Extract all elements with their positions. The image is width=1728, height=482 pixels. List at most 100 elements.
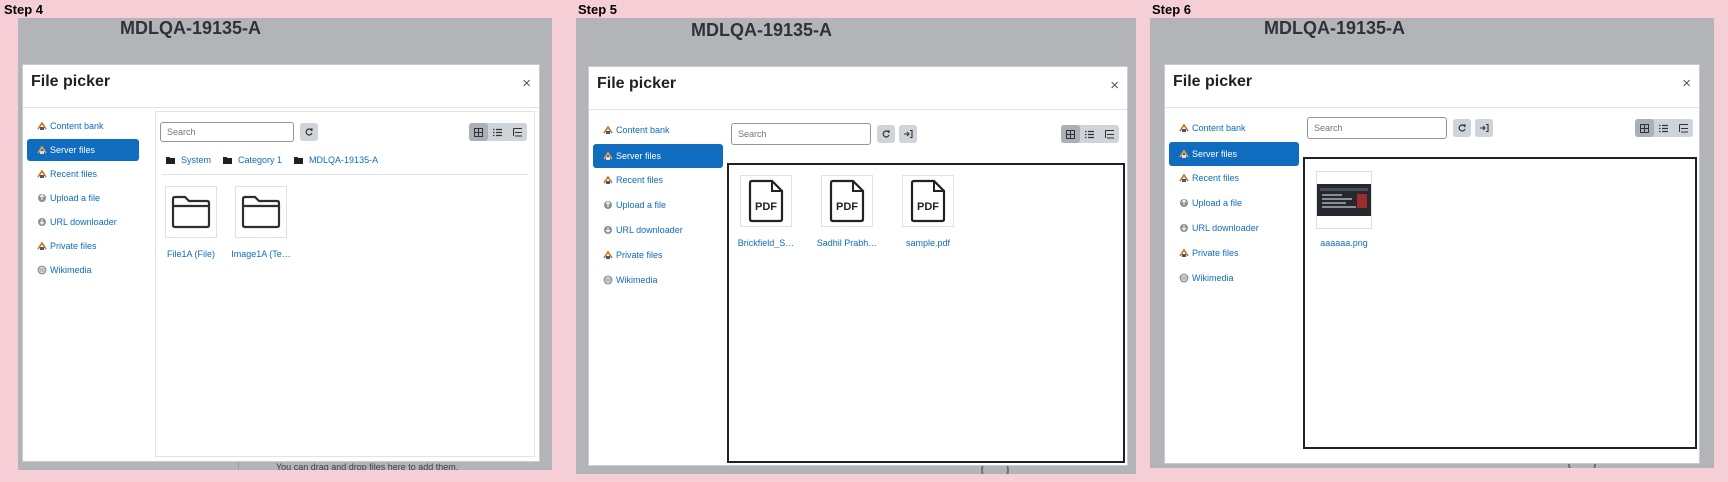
sign-in-icon	[904, 129, 913, 139]
repo-private-files[interactable]: Private files	[1169, 242, 1299, 264]
step-label: Step 5	[578, 2, 618, 17]
repo-url-downloader[interactable]: URL downloader	[593, 219, 723, 241]
list-view-button[interactable]	[1654, 119, 1673, 137]
folder-icon	[166, 157, 175, 164]
repo-label: Wikimedia	[616, 275, 658, 285]
repo-upload-a-file[interactable]: Upload a file	[1169, 192, 1299, 214]
repo-private-files[interactable]: Private files	[593, 244, 723, 266]
file-area: PDF Brickfield_S… PDF Sadhil Prabh… PDF …	[727, 163, 1125, 463]
server-files-icon	[1179, 149, 1189, 159]
list-view-button[interactable]	[1080, 125, 1099, 143]
refresh-icon	[305, 128, 313, 136]
repo-content-bank[interactable]: Content bank	[27, 115, 139, 137]
icon-view-button[interactable]	[469, 123, 489, 141]
repo-wikimedia[interactable]: Wikimedia	[27, 259, 139, 281]
refresh-button[interactable]	[300, 123, 318, 141]
repo-recent-files[interactable]: Recent files	[593, 169, 723, 191]
repo-label: Recent files	[616, 175, 664, 185]
tree-icon	[512, 127, 522, 137]
logout-button[interactable]	[899, 125, 917, 143]
repo-label: Content bank	[50, 121, 104, 131]
repo-upload-a-file[interactable]: Upload a file	[593, 194, 723, 216]
file-tile[interactable]: PDF Brickfield_S…	[733, 175, 799, 248]
repo-private-files[interactable]: Private files	[27, 235, 139, 257]
repo-upload-a-file[interactable]: Upload a file	[27, 187, 139, 209]
dialog-title: File picker	[1173, 73, 1253, 90]
tree-view-button[interactable]	[1100, 125, 1119, 143]
list-icon	[493, 128, 503, 136]
refresh-button[interactable]	[877, 125, 895, 143]
file-tile[interactable]: Image1A (Te…	[228, 186, 294, 259]
icon-view-button[interactable]	[1635, 119, 1655, 137]
list-icon	[1659, 124, 1669, 132]
breadcrumb-item[interactable]: MDLQA-19135-A	[294, 155, 378, 165]
grid-icon	[474, 127, 484, 137]
recent-files-icon	[37, 169, 47, 179]
file-thumbnail	[235, 186, 287, 238]
repo-label: Server files	[1192, 149, 1238, 159]
logout-button[interactable]	[1475, 119, 1493, 137]
tree-view-button[interactable]	[1674, 119, 1693, 137]
repo-label: Upload a file	[616, 200, 667, 210]
repo-wikimedia[interactable]: Wikimedia	[593, 269, 723, 291]
repo-content-bank[interactable]: Content bank	[1169, 117, 1299, 139]
list-view-button[interactable]	[488, 123, 507, 141]
pdf-icon: PDF	[748, 179, 784, 223]
background-text: You can drag and drop files here to add …	[276, 462, 459, 470]
wikimedia-icon	[37, 265, 47, 275]
course-title: MDLQA-19135-A	[691, 20, 833, 40]
repo-label: Upload a file	[50, 193, 101, 203]
search-input[interactable]	[160, 122, 294, 142]
server-files-icon	[37, 145, 47, 155]
pdf-badge: PDF	[836, 201, 858, 213]
repo-label: Upload a file	[1192, 198, 1243, 208]
repo-wikimedia[interactable]: Wikimedia	[1169, 267, 1299, 289]
repo-content-bank[interactable]: Content bank	[593, 119, 723, 141]
close-icon[interactable]: ×	[1110, 77, 1119, 94]
repo-label: URL downloader	[1192, 223, 1259, 233]
course-title: MDLQA-19135-A	[120, 18, 262, 38]
repo-url-downloader[interactable]: URL downloader	[27, 211, 139, 233]
close-icon[interactable]: ×	[522, 75, 531, 92]
pdf-badge: PDF	[917, 201, 939, 213]
file-tile[interactable]: aaaaaa.png	[1311, 171, 1377, 248]
tree-view-button[interactable]	[508, 123, 527, 141]
repo-recent-files[interactable]: Recent files	[27, 163, 139, 185]
file-tile[interactable]: PDF Sadhil Prabh…	[814, 175, 880, 248]
step-4-panel: Step 4 MDLQA-19135-A You can drag and dr…	[0, 0, 560, 482]
repo-url-downloader[interactable]: URL downloader	[1169, 217, 1299, 239]
repo-label: Recent files	[50, 169, 98, 179]
upload-icon	[37, 193, 47, 203]
repo-server-files[interactable]: Server files	[593, 144, 723, 168]
file-thumbnail	[165, 186, 217, 238]
wikimedia-icon	[603, 275, 613, 285]
file-tile[interactable]: File1A (File)	[158, 186, 224, 259]
view-switcher	[1635, 119, 1693, 137]
repo-server-files[interactable]: Server files	[27, 139, 139, 161]
breadcrumb-item[interactable]: Category 1	[223, 155, 282, 165]
close-icon[interactable]: ×	[1682, 75, 1691, 92]
grid-icon	[1066, 129, 1076, 139]
refresh-button[interactable]	[1453, 119, 1471, 137]
folder-icon	[223, 157, 233, 164]
icon-view-button[interactable]	[1061, 125, 1081, 143]
repo-label: Recent files	[1192, 173, 1240, 183]
file-tile[interactable]: PDF sample.pdf	[895, 175, 961, 248]
repo-server-files[interactable]: Server files	[1169, 142, 1299, 166]
dialog-title: File picker	[31, 73, 111, 90]
wikimedia-icon	[1179, 273, 1189, 283]
file-name: Sadhil Prabh…	[816, 238, 878, 248]
repo-recent-files[interactable]: Recent files	[1169, 167, 1299, 189]
repo-label: URL downloader	[50, 217, 117, 227]
divider	[1165, 107, 1699, 108]
repo-label: Content bank	[616, 125, 670, 135]
grid-icon	[1640, 123, 1650, 133]
refresh-icon	[882, 130, 890, 138]
breadcrumb-item[interactable]: System	[166, 155, 211, 165]
search-input[interactable]	[1307, 117, 1447, 139]
content-bank-icon	[1179, 123, 1189, 133]
url-downloader-icon	[37, 217, 47, 227]
upload-icon	[1179, 198, 1189, 208]
file-browser: System Category 1 MDLQA-19135-A File1A (…	[155, 111, 535, 457]
search-input[interactable]	[731, 123, 871, 145]
